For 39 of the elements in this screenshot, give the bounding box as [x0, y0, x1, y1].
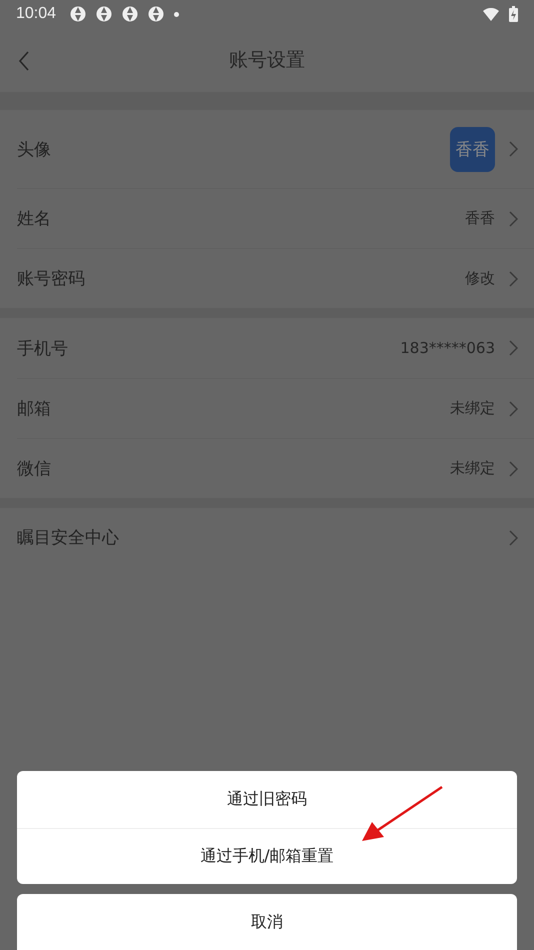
notification-icon [96, 6, 112, 22]
chevron-icon [509, 400, 518, 416]
settings-row[interactable]: 邮箱 未绑定 [17, 379, 534, 439]
row-label: 头像 [17, 138, 52, 160]
sheet-option[interactable]: 通过旧密码 [17, 771, 517, 828]
notification-icon [122, 6, 138, 22]
settings-row[interactable]: 瞩目安全中心 [17, 508, 534, 567]
row-label: 手机号 [17, 338, 69, 360]
settings-row[interactable]: 账号密码 修改 [17, 249, 534, 308]
row-value: 183*****063 [400, 339, 495, 357]
chevron-icon [509, 340, 518, 356]
row-value: 香香 [465, 209, 495, 228]
row-label: 瞩目安全中心 [17, 527, 120, 549]
dot-icon [174, 12, 180, 16]
status-time: 10:04 [16, 5, 56, 23]
chevron-icon [509, 530, 518, 546]
notification-icon [70, 6, 86, 22]
row-label: 邮箱 [17, 398, 52, 420]
row-value: 修改 [465, 269, 495, 288]
settings-row[interactable]: 姓名 香香 [17, 189, 534, 249]
chevron-icon [509, 141, 518, 157]
back-icon[interactable] [18, 51, 30, 71]
chevron-icon [509, 270, 518, 286]
cancel-button[interactable]: 取消 [17, 894, 517, 950]
row-value: 未绑定 [450, 399, 495, 418]
row-label: 账号密码 [17, 268, 86, 290]
wifi-icon [483, 8, 499, 20]
settings-row[interactable]: 手机号 183*****063 [17, 318, 534, 379]
row-value: 未绑定 [450, 459, 495, 478]
chevron-icon [509, 460, 518, 476]
chevron-icon [509, 210, 518, 226]
avatar: 香香 [450, 126, 495, 172]
row-label: 姓名 [17, 208, 52, 230]
notification-icon [148, 6, 164, 22]
page-title: 账号设置 [229, 48, 305, 73]
row-label: 微信 [17, 458, 52, 480]
battery-icon [509, 6, 518, 22]
settings-row[interactable]: 微信 未绑定 [17, 439, 534, 498]
settings-row[interactable]: 头像 香香 [17, 110, 534, 189]
